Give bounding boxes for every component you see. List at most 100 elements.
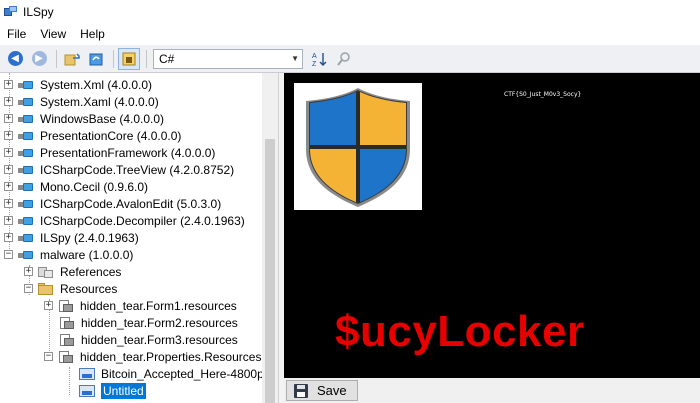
tree-item-label: Mono.Cecil (0.9.6.0) (40, 179, 149, 194)
tree-item-label: Bitcoin_Accepted_Here-4800p (101, 366, 264, 381)
assembly-icon (18, 97, 34, 107)
tree-item[interactable]: + References (24, 263, 121, 280)
expand-icon[interactable]: + (4, 97, 13, 106)
toolbar: ◀ ▶ C# ▼ A Z (0, 45, 700, 73)
tree-item-label: System.Xaml (4.0.0.0) (40, 94, 159, 109)
expand-icon[interactable]: + (44, 301, 53, 310)
scrollbar-thumb[interactable] (265, 139, 275, 403)
tree-item[interactable]: + WindowsBase (4.0.0.0) (4, 110, 164, 127)
references-icon (38, 265, 54, 279)
tree-item-label: hidden_tear.Form2.resources (81, 315, 238, 330)
open-button[interactable] (61, 48, 83, 70)
assembly-icon (18, 182, 34, 192)
assembly-tree[interactable]: + System.Xml (4.0.0.0) + System.Xaml (4.0.0… (0, 73, 278, 403)
expand-icon[interactable]: + (4, 216, 13, 225)
tree-item-label: ICSharpCode.AvalonEdit (5.0.3.0) (40, 196, 222, 211)
toolbar-separator (56, 49, 57, 68)
tree-item-label: ICSharpCode.Decompiler (2.4.0.1963) (40, 213, 245, 228)
tree-item-label: Untitled (101, 382, 146, 399)
tree-item[interactable]: hidden_tear.Form3.resources (44, 331, 238, 348)
menu-view[interactable]: View (33, 27, 73, 41)
chevron-down-icon: ▼ (291, 54, 299, 63)
tree-item[interactable]: + PresentationCore (4.0.0.0) (4, 127, 181, 144)
tree-item[interactable]: Bitcoin_Accepted_Here-4800p (64, 365, 264, 382)
menu-help[interactable]: Help (73, 27, 112, 41)
refresh-icon (89, 53, 103, 65)
tree-item-label: ICSharpCode.TreeView (4.2.0.8752) (40, 162, 235, 177)
language-select[interactable]: C# ▼ (153, 48, 303, 69)
expand-icon[interactable]: + (4, 233, 13, 242)
language-value: C# (159, 51, 175, 66)
save-bar: Save (284, 378, 700, 403)
tree-scrollbar[interactable] (262, 73, 278, 403)
ctf-flag-text: CTF{S0_Just_M0v3_Socy} (504, 91, 582, 98)
expand-icon[interactable]: + (4, 131, 13, 140)
resource-file-icon (58, 350, 74, 364)
resource-file-icon (59, 333, 75, 347)
tree-item[interactable]: + System.Xaml (4.0.0.0) (4, 93, 159, 110)
locker-banner-text: $ucyLocker (335, 307, 585, 356)
resource-file-icon (58, 299, 74, 313)
assembly-icon (18, 216, 34, 226)
svg-text:A: A (312, 53, 317, 60)
image-resource-icon (79, 367, 95, 380)
tree-item[interactable]: + System.Xml (4.0.0.0) (4, 76, 152, 93)
collapse-icon[interactable]: − (44, 352, 53, 361)
shield-image (294, 83, 422, 210)
expand-icon[interactable]: + (4, 182, 13, 191)
save-button-label: Save (317, 383, 347, 398)
search-button[interactable] (333, 48, 355, 70)
tree-item[interactable]: + Mono.Cecil (0.9.6.0) (4, 178, 148, 195)
tree-item-label: PresentationCore (4.0.0.0) (40, 128, 182, 143)
menu-file[interactable]: File (0, 27, 33, 41)
save-button[interactable]: Save (286, 380, 358, 401)
svg-text:Z: Z (312, 61, 317, 67)
tree-item-label: ILSpy (2.4.0.1963) (40, 230, 139, 245)
tree-item[interactable]: + ICSharpCode.Decompiler (2.4.0.1963) (4, 212, 245, 229)
tree-item[interactable]: + ICSharpCode.AvalonEdit (5.0.3.0) (4, 195, 221, 212)
resource-viewer: CTF{S0_Just_M0v3_Socy} $ucyLocker (284, 73, 700, 378)
tree-item[interactable]: hidden_tear.Form2.resources (44, 314, 238, 331)
assembly-icon (18, 80, 34, 90)
tree-item[interactable]: Untitled (64, 382, 146, 399)
tree-item-label: hidden_tear.Form3.resources (81, 332, 238, 347)
tree-item-label: System.Xml (4.0.0.0) (40, 77, 153, 92)
tree-item-label: hidden_tear.Properties.Resources (80, 349, 262, 364)
assembly-icon (18, 131, 34, 141)
refresh-button[interactable] (85, 48, 107, 70)
tree-item[interactable]: + hidden_tear.Form1.resources (44, 297, 237, 314)
tree-item[interactable]: + PresentationFramework (4.0.0.0) (4, 144, 215, 161)
menu-bar: File View Help (0, 24, 700, 44)
assembly-icon (18, 199, 34, 209)
tree-item[interactable]: − hidden_tear.Properties.Resources (44, 348, 261, 365)
assembly-icon (18, 114, 34, 124)
expand-icon[interactable]: + (24, 267, 33, 276)
expand-icon[interactable]: + (4, 165, 13, 174)
assembly-icon (18, 148, 34, 158)
tree-item[interactable]: + ICSharpCode.TreeView (4.2.0.8752) (4, 161, 234, 178)
window-title: ILSpy (23, 5, 54, 19)
expand-icon[interactable]: + (4, 148, 13, 157)
tree-item-label: WindowsBase (4.0.0.0) (40, 111, 165, 126)
back-button[interactable]: ◀ (4, 48, 26, 70)
show-private-members-toggle[interactable] (118, 47, 140, 70)
assembly-icon (18, 250, 34, 260)
forward-button[interactable]: ▶ (28, 48, 50, 70)
private-members-icon (122, 52, 136, 65)
assembly-icon (18, 165, 34, 175)
tree-item-label: PresentationFramework (4.0.0.0) (40, 145, 216, 160)
image-resource-icon (79, 384, 95, 397)
toolbar-separator (146, 49, 147, 68)
sort-button[interactable]: A Z (309, 48, 331, 70)
forward-icon: ▶ (31, 51, 47, 66)
collapse-icon[interactable]: − (24, 284, 33, 293)
collapse-icon[interactable]: − (4, 250, 13, 259)
tree-item[interactable]: − malware (1.0.0.0) (4, 246, 133, 263)
expand-icon[interactable]: + (4, 199, 13, 208)
tree-item[interactable]: + ILSpy (2.4.0.1963) (4, 229, 139, 246)
floppy-disk-icon (294, 383, 308, 398)
open-icon (64, 52, 80, 65)
expand-icon[interactable]: + (4, 80, 13, 89)
expand-icon[interactable]: + (4, 114, 13, 123)
tree-item[interactable]: − Resources (24, 280, 117, 297)
